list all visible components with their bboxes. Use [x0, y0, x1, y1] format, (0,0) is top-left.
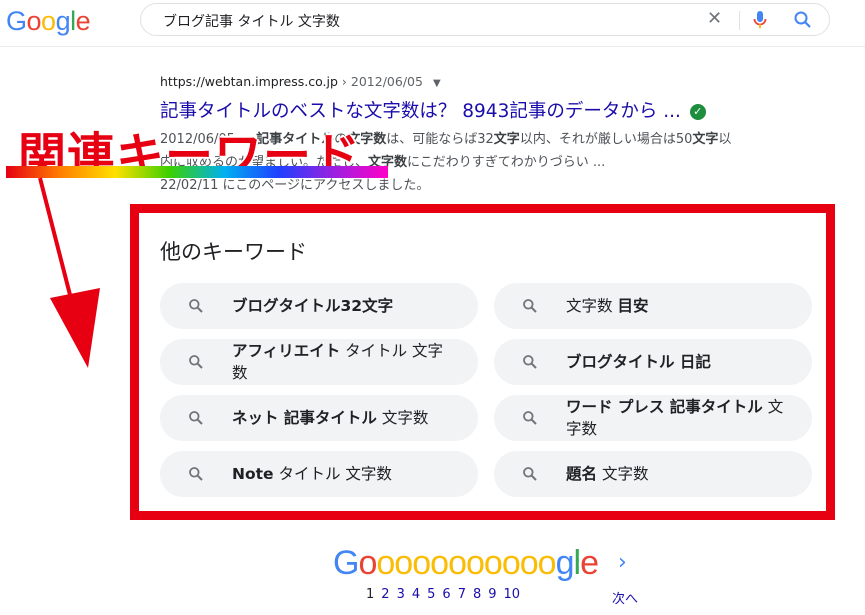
pagination-logo-letter: e [580, 544, 599, 582]
pagination-logo-letter: o [448, 544, 467, 582]
pagination-logo-letter: o [537, 544, 557, 582]
pagination-logo-letter: o [376, 544, 395, 582]
result-date: › 2012/06/05 [341, 74, 423, 89]
page-number-link[interactable]: 10 [504, 587, 521, 602]
pagination-logo-letter: G [333, 544, 359, 582]
page-number-link[interactable]: 7 [458, 587, 466, 602]
related-chip-label: ネット 記事タイトル 文字数 [232, 409, 429, 427]
page-numbers: 1 2 3 4 5 6 7 8 9 10 [366, 587, 527, 602]
search-icon [522, 354, 538, 374]
pagination-logo-letter: o [412, 544, 431, 582]
pagination-logo-letter: o [483, 544, 503, 582]
snippet-text: は、可能ならば32 [386, 132, 494, 147]
page-number-link[interactable]: 2 [381, 587, 389, 602]
logo-letter: o [41, 6, 56, 36]
related-heading: 他のキーワード [160, 240, 307, 264]
page-number-link[interactable]: 8 [473, 587, 481, 602]
search-icon [188, 466, 204, 486]
search-icon[interactable] [793, 10, 813, 34]
pagination-logo: Gooooooooooogle [333, 544, 599, 583]
snippet-text: 以 [718, 132, 732, 147]
logo-letter: g [55, 6, 71, 36]
related-chip[interactable]: 文字数 目安 [494, 283, 812, 329]
chevron-right-icon[interactable]: › [618, 550, 627, 575]
search-input[interactable]: ブログ記事 タイトル 文字数 [163, 11, 340, 31]
search-icon [522, 410, 538, 430]
mic-icon[interactable] [753, 10, 767, 34]
related-chip-label: アフィリエイト タイトル 文字数 [232, 342, 444, 382]
pagination-logo-letter: o [519, 544, 539, 582]
related-chip[interactable]: アフィリエイト タイトル 文字数 [160, 339, 478, 385]
related-chip[interactable]: Note タイトル 文字数 [160, 451, 478, 497]
search-icon [522, 466, 538, 486]
related-chip[interactable]: ワード プレス 記事タイトル 文字数 [494, 395, 812, 441]
related-chip[interactable]: ネット 記事タイトル 文字数 [160, 395, 478, 441]
pagination-logo-letter: o [501, 544, 521, 582]
search-icon [188, 410, 204, 430]
pagination-logo-letter: g [555, 544, 575, 582]
page-number-link[interactable]: 6 [442, 587, 450, 602]
page-number-link[interactable]: 3 [397, 587, 405, 602]
snippet-text: 文字 [493, 132, 520, 147]
logo-letter: o [26, 6, 42, 36]
search-divider [739, 11, 740, 30]
page-number-link[interactable]: 5 [427, 587, 435, 602]
check-icon: ✓ [689, 104, 706, 120]
next-page-link[interactable]: 次へ [612, 588, 638, 607]
related-chip-label: 題名 文字数 [566, 465, 649, 483]
related-chip-label: ブログタイトル32文字 [232, 297, 394, 315]
related-chip-label: Note タイトル 文字数 [232, 465, 392, 483]
snippet-text: 文字 [692, 132, 719, 147]
search-box[interactable]: ブログ記事 タイトル 文字数 ✕ [140, 3, 830, 36]
pagination-logo-letter: o [358, 544, 377, 582]
close-icon[interactable]: ✕ [707, 8, 722, 29]
snippet-text: 以内、それが厳しい場合は50 [519, 132, 693, 147]
snippet-text: にこだわりすぎてわかりづらい ... [407, 155, 606, 170]
related-chip[interactable]: ブログタイトル32文字 [160, 283, 478, 329]
page-number-link[interactable]: 9 [488, 587, 496, 602]
related-chip-label: ワード プレス 記事タイトル 文字数 [566, 398, 784, 438]
arrow-down-icon [38, 177, 100, 368]
related-chip[interactable]: 題名 文字数 [494, 451, 812, 497]
top-bar: Google ブログ記事 タイトル 文字数 ✕ [0, 0, 865, 47]
pagination-logo-letter: o [394, 544, 413, 582]
caret-down-icon[interactable]: ▼ [433, 78, 441, 89]
related-chip-label: 文字数 目安 [566, 297, 649, 315]
google-logo[interactable]: Google [6, 6, 91, 37]
logo-letter: e [75, 6, 91, 36]
pagination-logo-letter: o [465, 544, 485, 582]
pagination-logo-letter: o [430, 544, 449, 582]
related-chip[interactable]: ブログタイトル 日記 [494, 339, 812, 385]
search-icon [522, 298, 538, 318]
search-icon [188, 354, 204, 374]
related-chip-label: ブログタイトル 日記 [566, 353, 711, 371]
page-number-link[interactable]: 4 [412, 587, 420, 602]
result-url[interactable]: https://webtan.impress.co.jp › 2012/06/0… [160, 74, 441, 89]
search-icon [188, 298, 204, 318]
logo-letter: G [6, 6, 27, 36]
page-number-link: 1 [366, 587, 375, 602]
result-url-domain: https://webtan.impress.co.jp [160, 74, 338, 89]
